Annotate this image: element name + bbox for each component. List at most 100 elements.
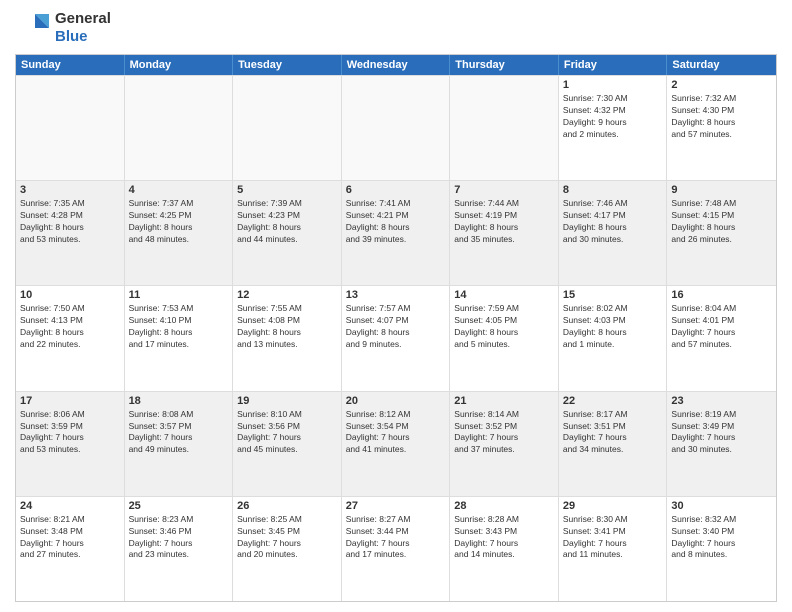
day-info: Sunrise: 8:04 AM Sunset: 4:01 PM Dayligh… [671, 303, 772, 351]
day-info: Sunrise: 8:32 AM Sunset: 3:40 PM Dayligh… [671, 514, 772, 562]
calendar-cell: 6 Sunrise: 7:41 AM Sunset: 4:21 PM Daylig… [342, 181, 451, 285]
calendar-row: 10 Sunrise: 7:50 AM Sunset: 4:13 PM Dayli… [16, 285, 776, 390]
calendar-header-cell: Saturday [667, 55, 776, 75]
day-number: 7 [454, 184, 554, 196]
day-info: Sunrise: 7:35 AM Sunset: 4:28 PM Dayligh… [20, 198, 120, 246]
calendar-cell: 1 Sunrise: 7:30 AM Sunset: 4:32 PM Daylig… [559, 76, 668, 180]
calendar-row: 1 Sunrise: 7:30 AM Sunset: 4:32 PM Daylig… [16, 75, 776, 180]
day-number: 2 [671, 79, 772, 91]
day-info: Sunrise: 7:48 AM Sunset: 4:15 PM Dayligh… [671, 198, 772, 246]
calendar-header: SundayMondayTuesdayWednesdayThursdayFrid… [16, 55, 776, 75]
day-number: 18 [129, 395, 229, 407]
calendar-cell: 9 Sunrise: 7:48 AM Sunset: 4:15 PM Daylig… [667, 181, 776, 285]
calendar-cell: 2 Sunrise: 7:32 AM Sunset: 4:30 PM Daylig… [667, 76, 776, 180]
day-number: 5 [237, 184, 337, 196]
header: General Blue [15, 10, 777, 46]
day-info: Sunrise: 8:25 AM Sunset: 3:45 PM Dayligh… [237, 514, 337, 562]
calendar-header-cell: Thursday [450, 55, 559, 75]
calendar-body: 1 Sunrise: 7:30 AM Sunset: 4:32 PM Daylig… [16, 75, 776, 601]
day-number: 9 [671, 184, 772, 196]
day-number: 10 [20, 289, 120, 301]
calendar-cell: 21Sunrise: 8:14 AM Sunset: 3:52 PM Dayli… [450, 392, 559, 496]
day-number: 13 [346, 289, 446, 301]
calendar-cell: 3 Sunrise: 7:35 AM Sunset: 4:28 PM Daylig… [16, 181, 125, 285]
calendar-cell: 28 Sunrise: 8:28 AM Sunset: 3:43 PM Dayli… [450, 497, 559, 601]
day-info: Sunrise: 7:46 AM Sunset: 4:17 PM Dayligh… [563, 198, 663, 246]
calendar-cell: 19Sunrise: 8:10 AM Sunset: 3:56 PM Dayli… [233, 392, 342, 496]
day-info: Sunrise: 8:08 AM Sunset: 3:57 PM Dayligh… [129, 409, 229, 457]
calendar: SundayMondayTuesdayWednesdayThursdayFrid… [15, 54, 777, 602]
logo-blue-text: Blue [55, 28, 88, 45]
day-info: Sunrise: 7:41 AM Sunset: 4:21 PM Dayligh… [346, 198, 446, 246]
calendar-cell: 17Sunrise: 8:06 AM Sunset: 3:59 PM Dayli… [16, 392, 125, 496]
day-info: Sunrise: 8:06 AM Sunset: 3:59 PM Dayligh… [20, 409, 120, 457]
day-number: 8 [563, 184, 663, 196]
calendar-cell-empty [342, 76, 451, 180]
day-info: Sunrise: 7:55 AM Sunset: 4:08 PM Dayligh… [237, 303, 337, 351]
day-number: 30 [671, 500, 772, 512]
day-info: Sunrise: 8:19 AM Sunset: 3:49 PM Dayligh… [671, 409, 772, 457]
day-info: Sunrise: 8:27 AM Sunset: 3:44 PM Dayligh… [346, 514, 446, 562]
calendar-header-cell: Tuesday [233, 55, 342, 75]
day-info: Sunrise: 8:30 AM Sunset: 3:41 PM Dayligh… [563, 514, 663, 562]
day-info: Sunrise: 8:17 AM Sunset: 3:51 PM Dayligh… [563, 409, 663, 457]
day-info: Sunrise: 8:10 AM Sunset: 3:56 PM Dayligh… [237, 409, 337, 457]
day-info: Sunrise: 8:12 AM Sunset: 3:54 PM Dayligh… [346, 409, 446, 457]
day-info: Sunrise: 7:30 AM Sunset: 4:32 PM Dayligh… [563, 93, 663, 141]
calendar-cell: 7 Sunrise: 7:44 AM Sunset: 4:19 PM Daylig… [450, 181, 559, 285]
calendar-cell: 20 Sunrise: 8:12 AM Sunset: 3:54 PM Dayli… [342, 392, 451, 496]
logo: General Blue [15, 10, 111, 46]
calendar-cell: 26Sunrise: 8:25 AM Sunset: 3:45 PM Dayli… [233, 497, 342, 601]
calendar-cell: 15 Sunrise: 8:02 AM Sunset: 4:03 PM Dayli… [559, 286, 668, 390]
day-info: Sunrise: 8:21 AM Sunset: 3:48 PM Dayligh… [20, 514, 120, 562]
day-number: 23 [671, 395, 772, 407]
page: General Blue SundayMondayTuesdayWednesda… [0, 0, 792, 612]
day-number: 29 [563, 500, 663, 512]
day-number: 25 [129, 500, 229, 512]
calendar-cell: 16 Sunrise: 8:04 AM Sunset: 4:01 PM Dayli… [667, 286, 776, 390]
calendar-row: 3 Sunrise: 7:35 AM Sunset: 4:28 PM Daylig… [16, 180, 776, 285]
day-info: Sunrise: 7:57 AM Sunset: 4:07 PM Dayligh… [346, 303, 446, 351]
logo-wordmark: General Blue [55, 10, 111, 45]
day-number: 15 [563, 289, 663, 301]
day-number: 24 [20, 500, 120, 512]
day-number: 22 [563, 395, 663, 407]
day-number: 12 [237, 289, 337, 301]
day-number: 16 [671, 289, 772, 301]
calendar-cell: 18 Sunrise: 8:08 AM Sunset: 3:57 PM Dayli… [125, 392, 234, 496]
day-number: 14 [454, 289, 554, 301]
day-number: 3 [20, 184, 120, 196]
day-info: Sunrise: 7:32 AM Sunset: 4:30 PM Dayligh… [671, 93, 772, 141]
day-info: Sunrise: 8:28 AM Sunset: 3:43 PM Dayligh… [454, 514, 554, 562]
day-info: Sunrise: 7:53 AM Sunset: 4:10 PM Dayligh… [129, 303, 229, 351]
day-number: 20 [346, 395, 446, 407]
day-number: 6 [346, 184, 446, 196]
day-number: 21 [454, 395, 554, 407]
day-info: Sunrise: 7:39 AM Sunset: 4:23 PM Dayligh… [237, 198, 337, 246]
calendar-cell-empty [125, 76, 234, 180]
calendar-cell: 24 Sunrise: 8:21 AM Sunset: 3:48 PM Dayli… [16, 497, 125, 601]
calendar-cell-empty [233, 76, 342, 180]
calendar-cell: 14Sunrise: 7:59 AM Sunset: 4:05 PM Dayli… [450, 286, 559, 390]
calendar-cell: 13 Sunrise: 7:57 AM Sunset: 4:07 PM Dayli… [342, 286, 451, 390]
calendar-cell: 4Sunrise: 7:37 AM Sunset: 4:25 PM Daylig… [125, 181, 234, 285]
calendar-cell: 25Sunrise: 8:23 AM Sunset: 3:46 PM Dayli… [125, 497, 234, 601]
calendar-cell: 10 Sunrise: 7:50 AM Sunset: 4:13 PM Dayli… [16, 286, 125, 390]
calendar-cell: 29 Sunrise: 8:30 AM Sunset: 3:41 PM Dayli… [559, 497, 668, 601]
calendar-cell: 23 Sunrise: 8:19 AM Sunset: 3:49 PM Dayli… [667, 392, 776, 496]
day-info: Sunrise: 7:44 AM Sunset: 4:19 PM Dayligh… [454, 198, 554, 246]
calendar-cell: 30 Sunrise: 8:32 AM Sunset: 3:40 PM Dayli… [667, 497, 776, 601]
calendar-header-cell: Friday [559, 55, 668, 75]
day-number: 1 [563, 79, 663, 91]
day-number: 28 [454, 500, 554, 512]
calendar-cell: 5 Sunrise: 7:39 AM Sunset: 4:23 PM Daylig… [233, 181, 342, 285]
calendar-cell: 22 Sunrise: 8:17 AM Sunset: 3:51 PM Dayli… [559, 392, 668, 496]
day-info: Sunrise: 7:37 AM Sunset: 4:25 PM Dayligh… [129, 198, 229, 246]
day-info: Sunrise: 7:50 AM Sunset: 4:13 PM Dayligh… [20, 303, 120, 351]
calendar-header-cell: Wednesday [342, 55, 451, 75]
calendar-row: 17Sunrise: 8:06 AM Sunset: 3:59 PM Dayli… [16, 391, 776, 496]
calendar-cell: 12 Sunrise: 7:55 AM Sunset: 4:08 PM Dayli… [233, 286, 342, 390]
day-info: Sunrise: 8:02 AM Sunset: 4:03 PM Dayligh… [563, 303, 663, 351]
calendar-cell-empty [16, 76, 125, 180]
calendar-cell: 27Sunrise: 8:27 AM Sunset: 3:44 PM Dayli… [342, 497, 451, 601]
